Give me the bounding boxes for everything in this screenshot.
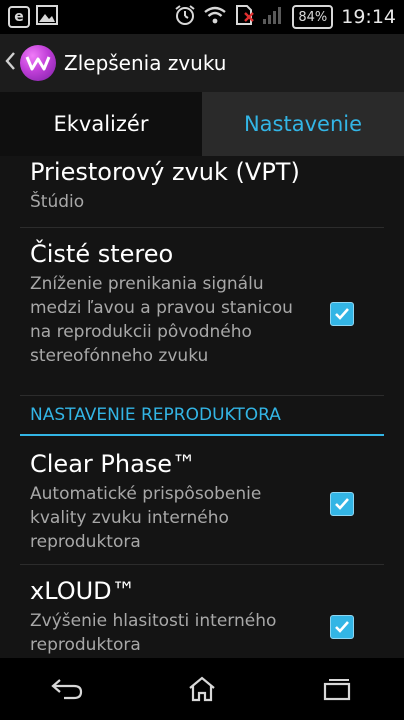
walkman-app-icon[interactable] — [20, 45, 56, 81]
checkmark-icon — [335, 621, 349, 633]
recent-apps-button[interactable] — [307, 664, 367, 714]
xloud-checkbox[interactable] — [330, 615, 354, 639]
wifi-icon — [204, 6, 227, 28]
back-button[interactable] — [37, 664, 97, 714]
section-header-speaker: NASTAVENIE REPRODUKTORA — [20, 396, 384, 436]
clear-phase-checkbox[interactable] — [330, 492, 354, 516]
pref-surround-sound[interactable]: Priestorový zvuk (VPT) Štúdio — [20, 156, 384, 228]
pref-clear-phase[interactable]: Clear Phase™ Automatické prispôsobenie k… — [20, 436, 384, 565]
no-sim-icon — [234, 4, 255, 30]
recent-apps-icon — [323, 679, 350, 701]
pref-surround-value: Štúdio — [30, 192, 85, 212]
status-left-icons: e — [0, 5, 58, 29]
notification-e-icon: e — [8, 6, 30, 28]
status-time: 19:14 — [341, 6, 396, 28]
up-navigation-icon[interactable] — [4, 51, 18, 75]
back-arrow-icon — [51, 679, 83, 700]
tab-bar: Ekvalizér Nastavenie — [0, 92, 404, 156]
pref-xloud-summary: Zvýšenie hlasitosti interného reprodukto… — [30, 611, 277, 655]
clear-stereo-checkbox[interactable] — [330, 302, 354, 326]
pref-clear-phase-title: Clear Phase™ — [30, 450, 197, 478]
settings-list[interactable]: Priestorový zvuk (VPT) Štúdio Čisté ster… — [0, 156, 404, 658]
status-right-icons: 84% 19:14 — [174, 4, 404, 30]
pref-xloud[interactable]: xLOUD™ Zvýšenie hlasitosti interného rep… — [20, 565, 384, 658]
pref-clear-phase-summary: Automatické prispôsobenie kvality zvuku … — [30, 484, 262, 552]
signal-strength-icon — [262, 5, 284, 29]
tab-equalizer[interactable]: Ekvalizér — [0, 92, 202, 156]
image-notification-icon — [36, 5, 58, 29]
checkmark-icon — [335, 498, 349, 510]
status-bar: e 84% 19:14 — [0, 0, 404, 34]
pref-surround-title: Priestorový zvuk (VPT) — [30, 158, 300, 186]
alarm-clock-icon — [174, 4, 196, 30]
home-icon — [189, 676, 215, 702]
navigation-bar — [0, 658, 404, 720]
pref-clear-stereo-title: Čisté stereo — [30, 240, 174, 268]
tab-settings[interactable]: Nastavenie — [202, 92, 404, 156]
pref-clear-stereo-summary: Zníženie prenikania signálu medzi ľavou … — [30, 274, 293, 366]
page-title: Zlepšenia zvuku — [64, 51, 227, 75]
battery-indicator: 84% — [292, 5, 334, 29]
pref-xloud-title: xLOUD™ — [30, 577, 136, 605]
pref-clear-stereo[interactable]: Čisté stereo Zníženie prenikania signálu… — [20, 228, 384, 396]
home-button[interactable] — [172, 664, 232, 714]
action-bar: Zlepšenia zvuku — [0, 34, 404, 92]
checkmark-icon — [335, 308, 349, 320]
